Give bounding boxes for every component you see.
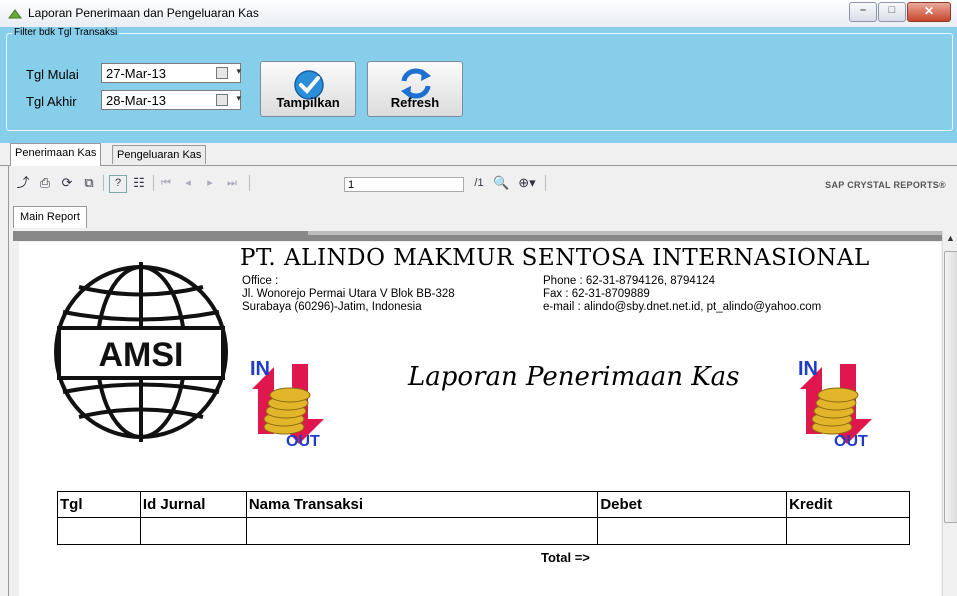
table-cell: [139, 517, 247, 545]
filter-group-title: Filter bdk Tgl Transaksi: [12, 27, 120, 39]
table-cell: [245, 517, 599, 545]
scroll-up-icon[interactable]: ▲: [946, 233, 955, 243]
table-cell: [57, 517, 141, 545]
export-icon[interactable]: ⤴: [15, 175, 31, 191]
close-icon: ✕: [923, 4, 935, 18]
start-date-value: 27-Mar-13: [106, 66, 166, 81]
group-tree-icon[interactable]: ☷: [131, 175, 147, 191]
in-out-coins-icon: IN OUT: [250, 358, 324, 449]
report-page: AMSI PT. ALINDO MAKMUR SENTOSA INTERNASI…: [19, 242, 941, 596]
first-page-icon[interactable]: ⏮: [159, 175, 173, 191]
title-bar: Laporan Penerimaan dan Pengeluaran Kas –…: [0, 0, 957, 28]
vertical-scrollbar[interactable]: ▲: [942, 231, 957, 596]
phone-text: Phone : 62-31-8794126, 8794124: [543, 275, 716, 287]
calendar-icon[interactable]: [216, 94, 228, 106]
company-logo: AMSI: [54, 262, 228, 442]
table-header-row: Tgl Id Jurnal Nama Transaksi Debet Kredi…: [57, 491, 910, 518]
tab-main-report[interactable]: Main Report: [13, 206, 87, 228]
last-page-icon[interactable]: ⏭: [225, 175, 239, 191]
toolbar-separator: [153, 175, 154, 191]
company-contact: Phone : 62-31-8794126, 8794124 Fax : 62-…: [543, 275, 821, 314]
calendar-icon[interactable]: [216, 67, 228, 79]
table-row: [57, 517, 910, 545]
print-icon[interactable]: ⎙: [37, 175, 53, 191]
maximize-icon: □: [888, 4, 896, 16]
company-name: PT. ALINDO MAKMUR SENTOSA INTERNASIONAL: [240, 245, 870, 271]
report-header-band: [13, 231, 942, 241]
page-total: /1: [474, 177, 484, 189]
email-text: e-mail : alindo@sby.dnet.net.id, pt_alin…: [543, 301, 822, 313]
column-header: Nama Transaksi: [245, 491, 599, 518]
find-icon[interactable]: 🔍: [493, 175, 509, 191]
chevron-down-icon[interactable]: ▾: [236, 93, 241, 104]
in-label: IN: [250, 358, 270, 380]
show-button[interactable]: Tampilkan: [260, 61, 356, 117]
address-line-2: Surabaya (60296)-Jatim, Indonesia: [242, 301, 422, 313]
minimize-icon: –: [859, 4, 867, 16]
toolbar-separator: [545, 175, 546, 191]
sap-crystal-reports-logo: SAP CRYSTAL REPORTS®: [825, 180, 946, 190]
office-label: Office :: [242, 275, 279, 287]
start-date-label: Tgl Mulai: [26, 67, 79, 82]
tab-penerimaan-kas[interactable]: Penerimaan Kas: [10, 143, 102, 166]
address-line-1: Jl. Wonorejo Permai Utara V Blok BB-328: [242, 288, 455, 300]
tab-pengeluaran-kas[interactable]: Pengeluaran Kas: [112, 145, 207, 164]
out-label: OUT: [834, 433, 868, 449]
table-cell: [786, 517, 910, 545]
out-label: OUT: [286, 433, 320, 449]
viewer-toolbar: ⤴ ⎙ ⟳ ⧉ ? ☷ ⏮ ◂ ▸ ⏭ 1 /1 🔍 ⊕▾ SAP CRYSTA…: [9, 172, 957, 194]
column-header: Id Jurnal: [139, 491, 247, 518]
logo-text: AMSI: [99, 336, 184, 374]
in-label: IN: [798, 358, 818, 380]
in-out-coins-icon: IN OUT: [798, 358, 872, 449]
report-title: Laporan Penerimaan Kas: [408, 362, 740, 392]
window-title: Laporan Penerimaan dan Pengeluaran Kas: [28, 6, 259, 20]
start-date-picker[interactable]: 27-Mar-13 ▾: [101, 63, 241, 83]
app-icon: [8, 9, 22, 19]
column-header: Kredit: [786, 491, 910, 518]
scrollbar-thumb[interactable]: [944, 251, 957, 523]
zoom-icon[interactable]: ⊕▾: [515, 175, 539, 191]
toolbar-separator: [103, 175, 104, 191]
refresh-button-label: Refresh: [390, 95, 440, 110]
refresh-report-icon[interactable]: ⟳: [59, 175, 75, 191]
table-cell: [597, 517, 788, 545]
tab-strip: Penerimaan Kas Pengeluaran Kas: [0, 143, 957, 166]
end-date-label: Tgl Akhir: [26, 94, 77, 109]
end-date-picker[interactable]: 28-Mar-13 ▾: [101, 90, 241, 110]
chevron-down-icon[interactable]: ▾: [236, 66, 241, 77]
copy-icon[interactable]: ⧉: [81, 175, 97, 191]
column-header: Tgl: [57, 491, 141, 518]
fax-text: Fax : 62-31-8709889: [543, 288, 650, 300]
filter-panel: Filter bdk Tgl Transaksi Tgl Mulai 27-Ma…: [0, 27, 957, 143]
column-header: Debet: [597, 491, 788, 518]
previous-page-icon[interactable]: ◂: [181, 175, 195, 191]
end-date-value: 28-Mar-13: [106, 93, 166, 108]
refresh-button[interactable]: Refresh: [367, 61, 463, 117]
close-button[interactable]: ✕: [907, 2, 951, 22]
page-number-input[interactable]: 1: [344, 177, 464, 192]
help-icon[interactable]: ?: [109, 175, 127, 193]
minimize-button[interactable]: –: [849, 2, 877, 22]
company-address: Office : Jl. Wonorejo Permai Utara V Blo…: [242, 275, 455, 314]
transactions-table: Tgl Id Jurnal Nama Transaksi Debet Kredi…: [57, 491, 910, 545]
show-button-label: Tampilkan: [276, 95, 340, 110]
maximize-button[interactable]: □: [878, 2, 906, 22]
next-page-icon[interactable]: ▸: [203, 175, 217, 191]
total-label: Total =>: [541, 550, 590, 565]
toolbar-separator: [249, 175, 250, 191]
report-viewer: ⤴ ⎙ ⟳ ⧉ ? ☷ ⏮ ◂ ▸ ⏭ 1 /1 🔍 ⊕▾ SAP CRYSTA…: [8, 166, 957, 596]
